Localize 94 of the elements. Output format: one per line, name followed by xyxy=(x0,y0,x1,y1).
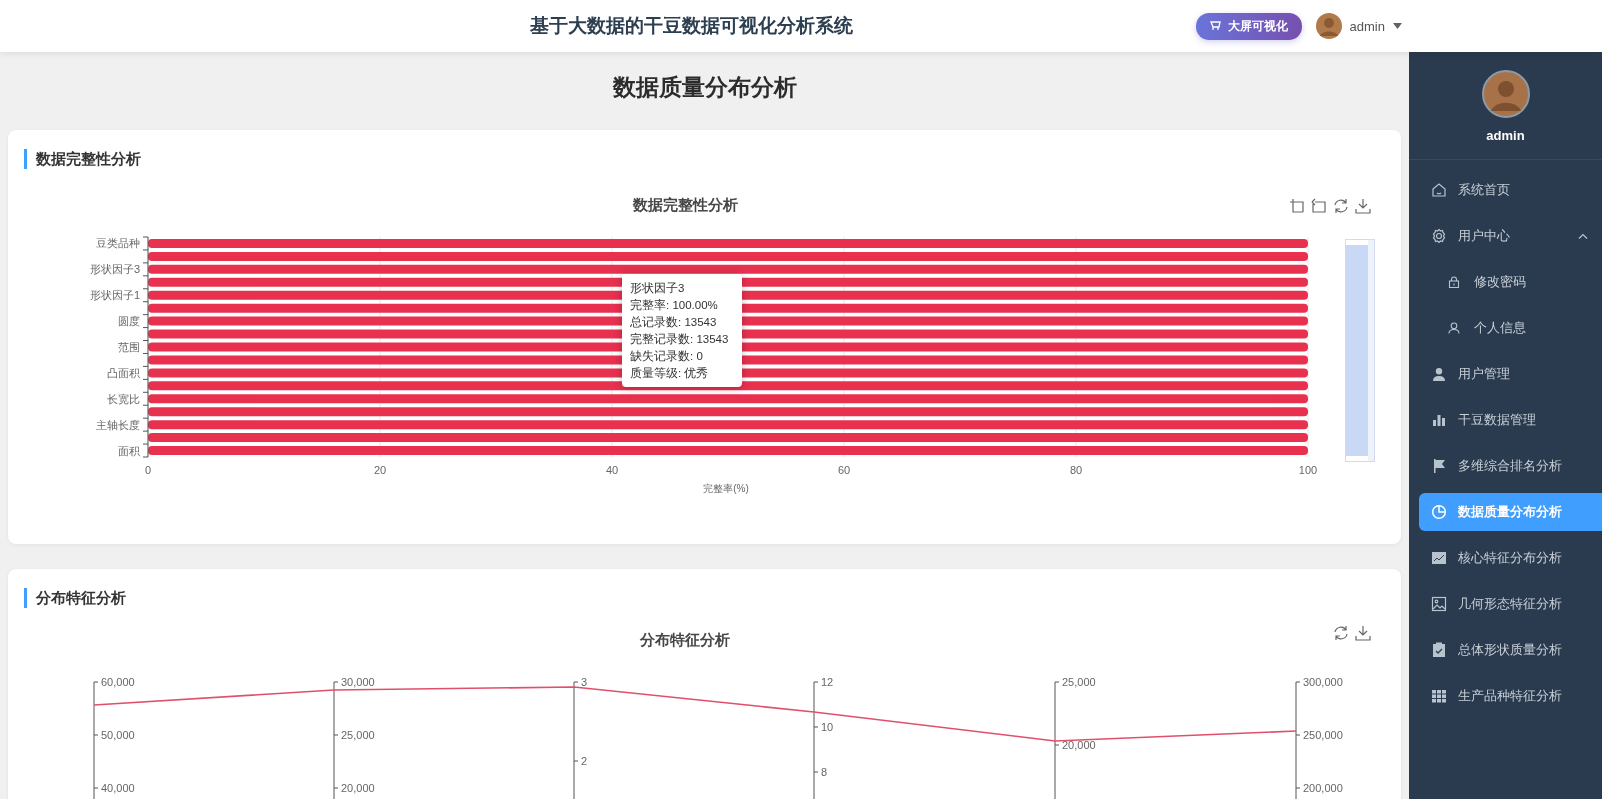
zoom-reset-icon[interactable] xyxy=(1311,198,1326,213)
tooltip-line: 完整率: 100.00% xyxy=(630,298,719,312)
submenu-item[interactable]: 个人信息 xyxy=(1419,309,1602,347)
axis-label: 40,000 xyxy=(101,782,135,794)
menu-item[interactable]: 系统首页 xyxy=(1419,171,1602,209)
home-icon xyxy=(1431,182,1447,198)
axis-label: 30,000 xyxy=(341,676,375,688)
axis-label: 2 xyxy=(581,755,588,767)
menu-item[interactable]: 几何形态特征分析 xyxy=(1419,585,1602,623)
user-icon xyxy=(1448,322,1460,334)
bar[interactable] xyxy=(148,407,1308,417)
avatar xyxy=(1315,13,1342,39)
axis-label: 面积 xyxy=(118,444,140,457)
menu-item[interactable]: 生产品种特征分析 xyxy=(1419,677,1602,715)
axis-label: 20 xyxy=(373,464,387,476)
axis-label: 40 xyxy=(605,464,619,476)
refresh-icon[interactable] xyxy=(1334,198,1348,214)
axis-label: 8 xyxy=(821,766,828,778)
bar[interactable] xyxy=(148,368,1308,378)
page-header-title: 基于大数据的干豆数据可视化分析系统 xyxy=(530,14,853,38)
user-name[interactable]: admin xyxy=(1349,18,1385,34)
axis-label: 20,000 xyxy=(1062,739,1096,751)
menu-item[interactable]: 用户管理 xyxy=(1419,355,1602,393)
bars-icon xyxy=(1431,412,1447,428)
bar[interactable] xyxy=(148,251,1308,261)
tooltip-line: 缺失记录数: 0 xyxy=(630,349,704,363)
chart-title: 分布特征分析 xyxy=(640,631,730,648)
axis-label: 主轴长度 xyxy=(96,418,140,431)
bar[interactable] xyxy=(148,394,1308,404)
axis-label: 25,000 xyxy=(1062,676,1096,688)
card-title: 分布特征分析 xyxy=(36,588,126,608)
axis-label: 300,000 xyxy=(1303,676,1343,688)
tooltip-line: 总记录数: 13543 xyxy=(630,315,718,329)
axis-label: 80 xyxy=(1069,464,1083,476)
flag-icon xyxy=(1431,458,1447,474)
axis-label: 3 xyxy=(581,676,588,688)
tooltip-line: 质量等级: 优秀 xyxy=(630,366,710,380)
axis-label: 10 xyxy=(821,721,834,733)
bar[interactable] xyxy=(148,264,1308,274)
axis-label: 形状因子3 xyxy=(89,263,140,276)
card-title: 数据完整性分析 xyxy=(36,149,141,169)
menu-item[interactable]: 核心特征分布分析 xyxy=(1419,539,1602,577)
axis-label: 60,000 xyxy=(101,676,135,688)
axis-title: 完整率(%) xyxy=(703,483,749,494)
axis-label: 范围 xyxy=(118,341,140,353)
bar[interactable] xyxy=(148,381,1308,391)
trend-icon xyxy=(1431,550,1447,566)
zoom-slider-range[interactable] xyxy=(1346,240,1368,461)
gear-icon xyxy=(1431,228,1447,244)
person-icon xyxy=(1431,366,1447,382)
clip-icon xyxy=(1431,642,1447,658)
download-icon[interactable] xyxy=(1355,625,1371,641)
zoom-icon[interactable] xyxy=(1289,198,1304,213)
refresh-icon[interactable] xyxy=(1334,625,1348,641)
chevron-icon[interactable] xyxy=(1578,233,1588,239)
cart-icon xyxy=(1209,20,1222,32)
axis-label: 0 xyxy=(144,464,152,476)
grid-icon xyxy=(1431,688,1447,704)
lock-icon xyxy=(1448,276,1460,288)
page-title: 数据质量分布分析 xyxy=(611,73,798,102)
menu-item[interactable]: 用户中心 xyxy=(1419,217,1602,255)
menu-item[interactable]: 总体形状质量分析 xyxy=(1419,631,1602,669)
axis-label: 豆类品种 xyxy=(96,237,140,250)
tooltip-line: 完整记录数: 13543 xyxy=(630,332,730,346)
sidebar-user-name: admin xyxy=(1485,128,1526,143)
menu-item[interactable]: 干豆数据管理 xyxy=(1419,401,1602,439)
bar[interactable] xyxy=(148,238,1308,248)
bar[interactable] xyxy=(148,433,1308,443)
big-screen-button[interactable]: 大屏可视化 xyxy=(1195,12,1302,40)
axis-label: 50,000 xyxy=(101,729,135,741)
menu-item[interactable]: 多维综合排名分析 xyxy=(1419,447,1602,485)
chart-title: 数据完整性分析 xyxy=(632,196,738,213)
axis-label: 凸面积 xyxy=(107,366,140,379)
bar[interactable] xyxy=(148,420,1308,430)
bar[interactable] xyxy=(148,316,1308,326)
image-icon xyxy=(1431,596,1447,612)
bar[interactable] xyxy=(148,446,1308,456)
axis-label: 25,000 xyxy=(341,729,375,741)
axis-label: 250,000 xyxy=(1303,729,1343,741)
axis-label: 圆度 xyxy=(118,315,140,328)
axis-label: 100 xyxy=(1298,464,1318,476)
download-icon[interactable] xyxy=(1355,198,1371,214)
data-line[interactable] xyxy=(93,686,1297,742)
axis-label: 20,000 xyxy=(341,782,375,794)
axis-label: 形状因子1 xyxy=(89,289,140,302)
submenu-item[interactable]: 修改密码 xyxy=(1419,263,1602,301)
axis-label: 长宽比 xyxy=(107,392,140,405)
avatar xyxy=(1481,70,1530,118)
axis-label: 200,000 xyxy=(1303,782,1343,794)
pie-icon xyxy=(1431,504,1447,520)
caret-icon[interactable] xyxy=(1393,23,1402,29)
tooltip-title: 形状因子3 xyxy=(630,281,686,295)
axis-label: 12 xyxy=(821,676,834,688)
axis-label: 60 xyxy=(837,464,851,476)
